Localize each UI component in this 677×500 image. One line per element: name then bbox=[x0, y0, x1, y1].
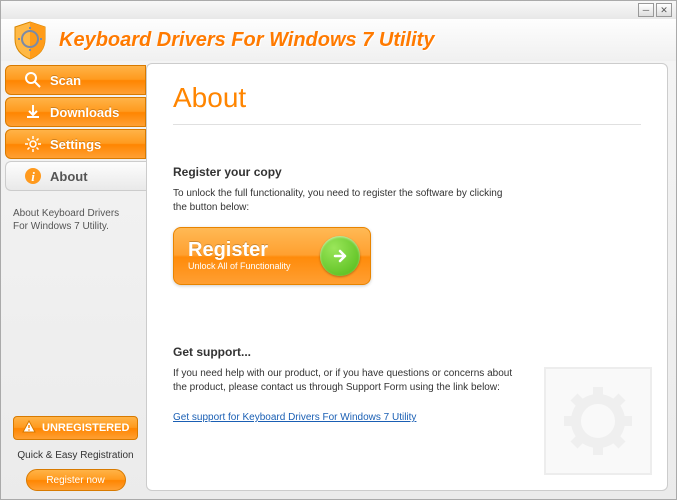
nav-about[interactable]: i About bbox=[5, 161, 146, 191]
minimize-button[interactable]: ─ bbox=[638, 3, 654, 17]
gear-icon bbox=[24, 135, 42, 153]
unregistered-label: UNREGISTERED bbox=[42, 422, 129, 434]
search-icon bbox=[24, 71, 42, 89]
arrow-right-icon bbox=[320, 236, 360, 276]
app-header: Keyboard Drivers For Windows 7 Utility bbox=[1, 19, 676, 61]
register-button-label: Register bbox=[188, 240, 320, 260]
titlebar: ─ ✕ bbox=[1, 1, 676, 19]
register-now-label: Register now bbox=[46, 475, 104, 486]
register-button[interactable]: Register Unlock All of Functionality bbox=[173, 227, 371, 285]
sidebar: Scan Downloads Settings i About bbox=[1, 61, 146, 499]
nav-scan[interactable]: Scan bbox=[5, 65, 146, 95]
support-heading: Get support... bbox=[173, 345, 641, 359]
gear-watermark-icon bbox=[543, 366, 653, 476]
sidebar-description: About Keyboard Drivers For Windows 7 Uti… bbox=[5, 193, 146, 241]
nav-label: Settings bbox=[50, 137, 101, 152]
nav-label: Scan bbox=[50, 73, 81, 88]
support-description: If you need help with our product, or if… bbox=[173, 367, 513, 395]
body-area: Scan Downloads Settings i About bbox=[1, 61, 676, 499]
download-icon bbox=[24, 103, 42, 121]
app-window: ─ ✕ Keyboard Drivers For Windows 7 Utili… bbox=[0, 0, 677, 500]
nav-settings[interactable]: Settings bbox=[5, 129, 146, 159]
register-button-sublabel: Unlock All of Functionality bbox=[188, 260, 320, 273]
app-title: Keyboard Drivers For Windows 7 Utility bbox=[59, 29, 434, 52]
quick-registration-text: Quick & Easy Registration bbox=[5, 444, 146, 467]
register-now-button[interactable]: Register now bbox=[26, 469, 126, 491]
svg-text:i: i bbox=[31, 169, 35, 184]
warning-icon bbox=[22, 420, 36, 437]
support-link[interactable]: Get support for Keyboard Drivers For Win… bbox=[173, 412, 416, 423]
register-button-text: Register Unlock All of Functionality bbox=[188, 240, 320, 273]
nav-label: About bbox=[50, 169, 88, 184]
register-description: To unlock the full functionality, you ne… bbox=[173, 187, 513, 215]
nav-downloads[interactable]: Downloads bbox=[5, 97, 146, 127]
unregistered-badge: UNREGISTERED bbox=[13, 416, 138, 440]
shield-logo-icon bbox=[9, 19, 51, 61]
nav-label: Downloads bbox=[50, 105, 119, 120]
page-title: About bbox=[173, 82, 641, 125]
content-panel: About Register your copy To unlock the f… bbox=[146, 63, 668, 491]
close-button[interactable]: ✕ bbox=[656, 3, 672, 17]
register-heading: Register your copy bbox=[173, 165, 641, 179]
info-icon: i bbox=[24, 167, 42, 185]
